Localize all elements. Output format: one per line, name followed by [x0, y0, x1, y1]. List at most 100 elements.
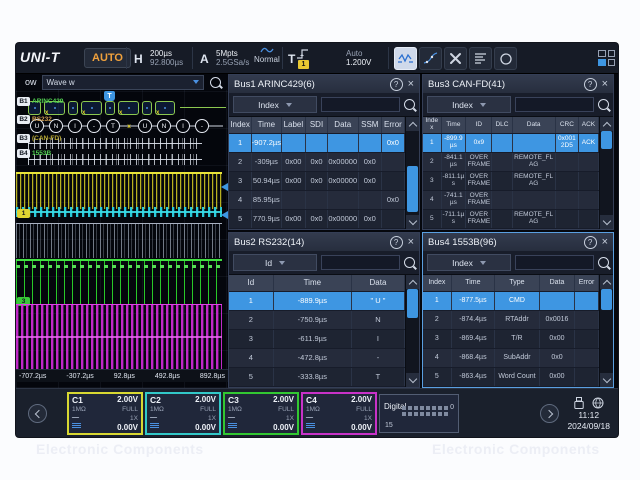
- scroll-track[interactable]: [406, 131, 419, 215]
- scroll-thumb[interactable]: [407, 166, 418, 212]
- scroll-thumb[interactable]: [407, 289, 418, 318]
- horizontal-settings[interactable]: 200µs 92.800µs: [150, 49, 183, 67]
- results-list-button[interactable]: [469, 47, 492, 70]
- column-header[interactable]: DLC: [492, 117, 512, 133]
- search-input[interactable]: [321, 255, 400, 270]
- column-header[interactable]: Type: [495, 275, 540, 291]
- table-row[interactable]: 2-750.9µsN: [229, 311, 405, 330]
- scroll-up-button[interactable]: [406, 117, 419, 131]
- table-row[interactable]: 5-333.8µsT: [229, 368, 405, 387]
- column-header[interactable]: CRC: [556, 117, 579, 133]
- scroll-down-button[interactable]: [600, 215, 613, 229]
- column-header[interactable]: Data: [513, 117, 556, 133]
- close-icon[interactable]: ×: [408, 79, 414, 90]
- column-header[interactable]: Error: [382, 117, 405, 133]
- scrollbar[interactable]: [599, 117, 613, 229]
- collapse-left-button[interactable]: [28, 404, 47, 423]
- column-header[interactable]: Error: [575, 275, 599, 291]
- scroll-down-button[interactable]: [406, 373, 419, 387]
- scroll-down-button[interactable]: [406, 215, 419, 229]
- close-icon[interactable]: ×: [602, 237, 608, 248]
- table-row[interactable]: 2-841.1µsOVER FRAMEREMOTE_FLAG: [423, 153, 599, 172]
- scroll-thumb[interactable]: [601, 289, 612, 310]
- filter-dropdown[interactable]: Index: [427, 96, 511, 113]
- column-header[interactable]: Time: [252, 117, 281, 133]
- panel-header[interactable]: Bus1 ARINC429(6) ? ×: [229, 75, 419, 93]
- column-header[interactable]: ID: [466, 117, 492, 133]
- wave-zoom-icon[interactable]: [210, 77, 221, 88]
- bus2-pill[interactable]: B2: [17, 115, 30, 124]
- column-header[interactable]: Data: [540, 275, 575, 291]
- column-header[interactable]: Time: [442, 117, 467, 133]
- table-row[interactable]: 485.95µs0x0: [229, 191, 405, 210]
- channel-block-c4[interactable]: C42.00V1MΩFULL1X0.00V: [301, 392, 377, 435]
- bus1-pill[interactable]: B1: [17, 97, 30, 106]
- column-header[interactable]: Index: [229, 117, 252, 133]
- help-icon[interactable]: ?: [390, 236, 403, 249]
- close-icon[interactable]: ×: [408, 237, 414, 248]
- auto-mode-button[interactable]: AUTO: [84, 48, 131, 68]
- column-header[interactable]: Index: [423, 117, 442, 133]
- curve-tool-button[interactable]: [419, 47, 442, 70]
- table-row[interactable]: 5-711.1µsOVER FRAMEREMOTE_FLAG: [423, 210, 599, 229]
- column-header[interactable]: Data: [328, 117, 359, 133]
- scrollbar[interactable]: [599, 275, 613, 387]
- scroll-up-button[interactable]: [406, 275, 419, 289]
- search-input[interactable]: [321, 97, 400, 112]
- table-row[interactable]: 3-869.4µsT/R0x00: [423, 330, 599, 349]
- table-row[interactable]: 3-811.1µsOVER FRAMEREMOTE_FLAG: [423, 172, 599, 191]
- search-icon[interactable]: [404, 99, 415, 110]
- trigger-settings[interactable]: Auto 1.200V: [346, 49, 371, 67]
- scroll-thumb[interactable]: [601, 131, 612, 149]
- scroll-down-button[interactable]: [600, 373, 613, 387]
- scroll-track[interactable]: [600, 131, 613, 215]
- search-input[interactable]: [515, 255, 594, 270]
- window-layout-button[interactable]: [598, 50, 615, 66]
- search-icon[interactable]: [598, 99, 609, 110]
- table-row[interactable]: 1-877.5µsCMD: [423, 292, 599, 311]
- search-icon[interactable]: [598, 257, 609, 268]
- bus3-pill[interactable]: B3: [17, 134, 30, 143]
- column-header[interactable]: Time: [452, 275, 495, 291]
- channel-block-c2[interactable]: C22.00V1MΩFULL1X0.00V: [145, 392, 221, 435]
- panel-header[interactable]: Bus4 1553B(96) ? ×: [423, 233, 613, 251]
- column-header[interactable]: Index: [423, 275, 452, 291]
- filter-dropdown[interactable]: Index: [233, 96, 317, 113]
- column-header[interactable]: ACK: [579, 117, 599, 133]
- table-row[interactable]: 4-868.4µsSubAddr0x0: [423, 349, 599, 368]
- table-row[interactable]: 4-472.8µs-: [229, 349, 405, 368]
- search-tool-button[interactable]: [494, 47, 517, 70]
- level-marker-icon[interactable]: [221, 211, 228, 219]
- table-row[interactable]: 1-889.9µs" U ": [229, 292, 405, 311]
- filter-dropdown[interactable]: Index: [427, 254, 511, 271]
- column-header[interactable]: Time: [274, 275, 352, 291]
- channel-block-c1[interactable]: C12.00V1MΩFULL1X0.00V: [67, 392, 143, 435]
- column-header[interactable]: Id: [229, 275, 274, 291]
- level-marker-icon[interactable]: [221, 183, 228, 191]
- filter-dropdown[interactable]: Id: [233, 254, 317, 271]
- scrollbar[interactable]: [405, 275, 419, 387]
- search-icon[interactable]: [404, 257, 415, 268]
- close-icon[interactable]: ×: [602, 79, 608, 90]
- table-row[interactable]: 5770.9µs0x000x00x000000x0: [229, 210, 405, 229]
- trigger-source-badge[interactable]: 1: [298, 60, 309, 69]
- column-header[interactable]: Data: [352, 275, 405, 291]
- acquisition-mode[interactable]: Normal: [254, 46, 280, 64]
- table-row[interactable]: 4-741.1µsOVER FRAME: [423, 191, 599, 210]
- wave-display-button[interactable]: [394, 47, 417, 70]
- channel1-pill[interactable]: 1: [17, 209, 30, 218]
- waveform-canvas[interactable]: T B1ARINC429 xxxx B2RS232 UNI-TxUNI- B3(…: [16, 90, 228, 388]
- table-row[interactable]: 1-907.2µs0x0: [229, 134, 405, 153]
- help-icon[interactable]: ?: [584, 236, 597, 249]
- bus4-pill[interactable]: B4: [17, 149, 30, 158]
- xy-tool-button[interactable]: [444, 47, 467, 70]
- column-header[interactable]: Label: [282, 117, 307, 133]
- scroll-track[interactable]: [406, 289, 419, 373]
- table-row[interactable]: 2-309µs0x000x00x000000x0: [229, 153, 405, 172]
- search-input[interactable]: [515, 97, 594, 112]
- table-row[interactable]: 350.94µs0x000x00x000000x0: [229, 172, 405, 191]
- panel-header[interactable]: Bus2 RS232(14) ? ×: [229, 233, 419, 251]
- table-row[interactable]: 2-874.4µsRTAddr0x0016: [423, 311, 599, 330]
- scroll-up-button[interactable]: [600, 275, 613, 289]
- expand-right-button[interactable]: [540, 404, 559, 423]
